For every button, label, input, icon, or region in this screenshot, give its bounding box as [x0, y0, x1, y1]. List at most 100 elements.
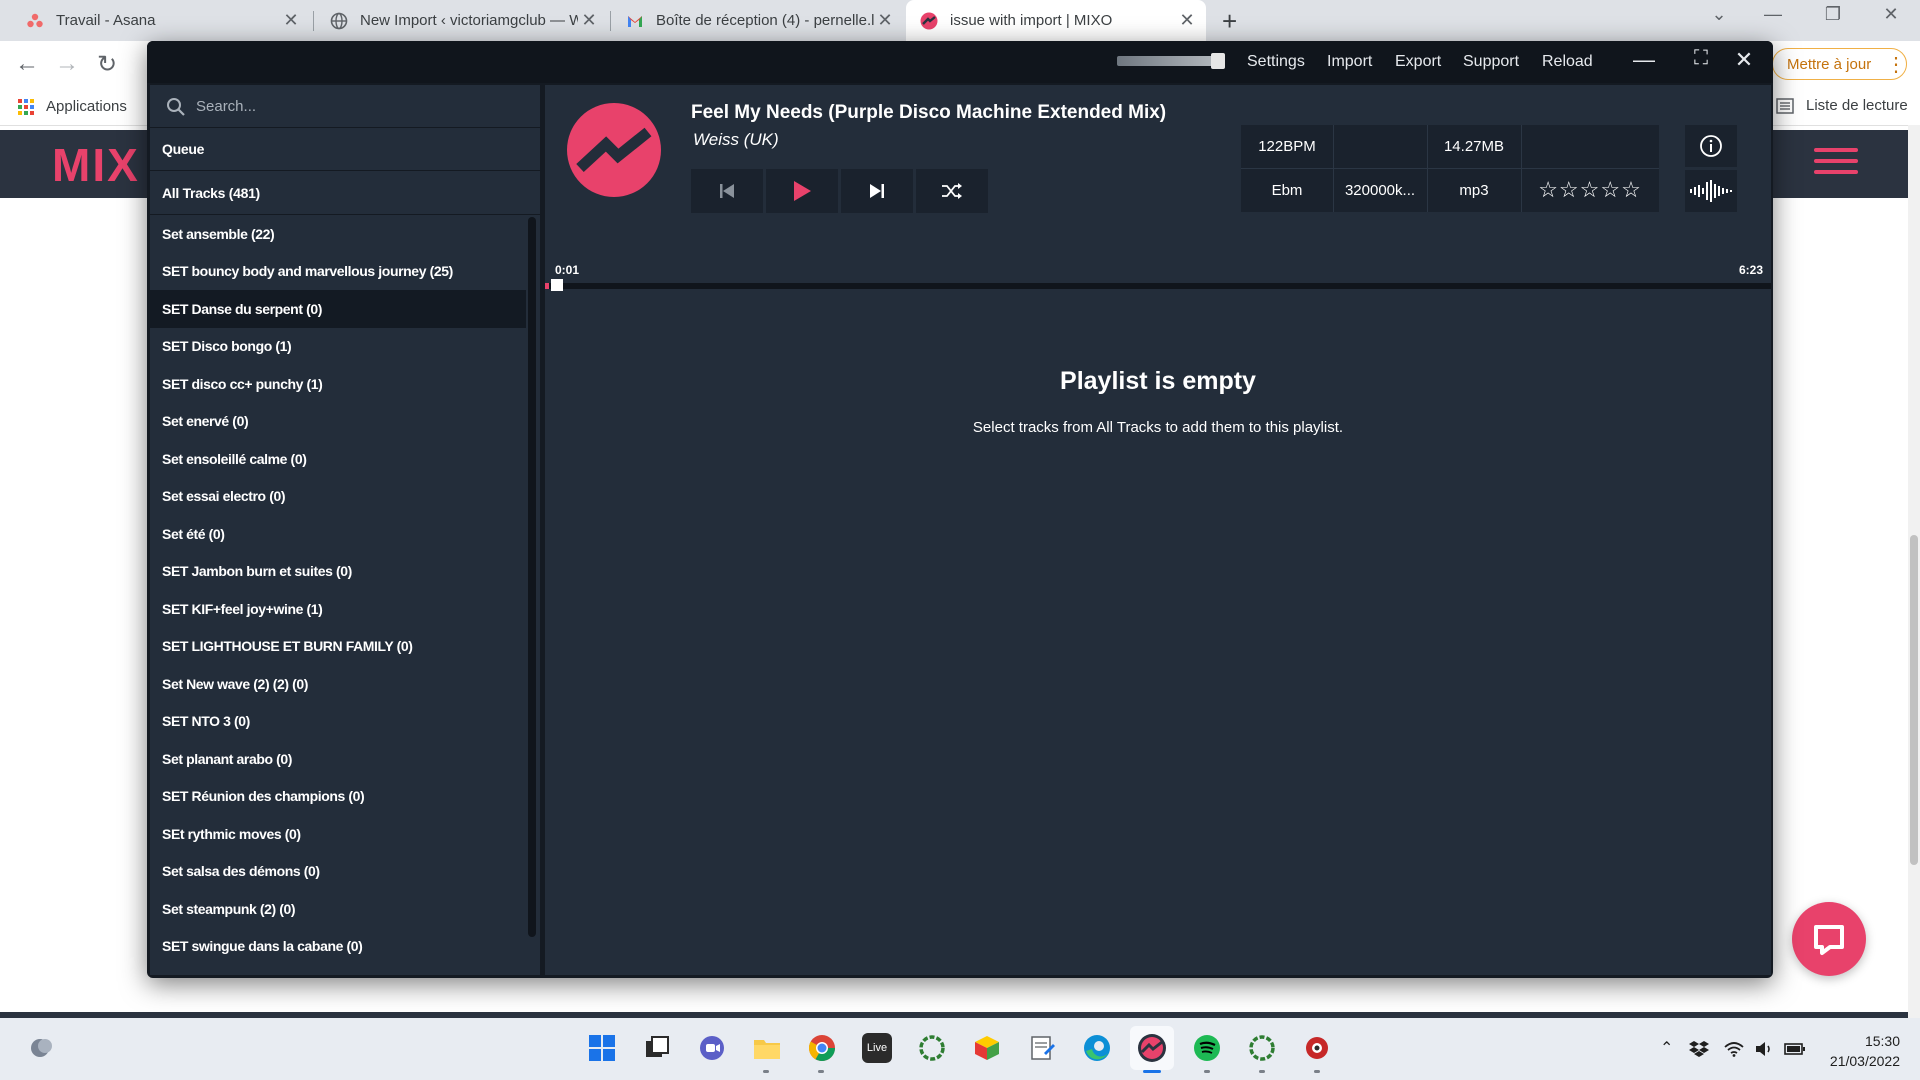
- sidebar-playlist-item[interactable]: SET Danse du serpent (0): [150, 290, 526, 328]
- play-icon: [794, 181, 811, 201]
- chrome-icon[interactable]: [807, 1033, 837, 1063]
- tab-asana[interactable]: Travail - Asana ✕: [12, 0, 310, 41]
- tab-gmail[interactable]: Boîte de réception (4) - pernelle.l ✕: [612, 0, 904, 41]
- menu-settings[interactable]: Settings: [1247, 53, 1305, 71]
- weather-icon[interactable]: [28, 1034, 56, 1062]
- app-minimize-icon[interactable]: —: [1629, 47, 1659, 73]
- sidebar-playlist-item[interactable]: Set été (0): [150, 515, 526, 553]
- window-close-icon[interactable]: ✕: [1866, 4, 1916, 25]
- play-button[interactable]: [766, 169, 838, 213]
- tab-mixo[interactable]: issue with import | MIXO ✕: [906, 0, 1206, 41]
- sidebar-playlist-item[interactable]: SET Réunion des champions (0): [150, 778, 526, 816]
- page-scrollbar[interactable]: [1908, 125, 1920, 1018]
- menu-export[interactable]: Export: [1395, 53, 1441, 71]
- sidebar-playlist-item[interactable]: Set salsa des démons (0): [150, 853, 526, 891]
- windows-start-icon[interactable]: [587, 1033, 617, 1063]
- teams-chat-icon[interactable]: [697, 1033, 727, 1063]
- next-icon: [870, 184, 884, 198]
- info-icon: [1700, 135, 1722, 157]
- sidebar-playlist-item[interactable]: SET LIGHTHOUSE ET BURN FAMILY (0): [150, 628, 526, 666]
- reading-list-button[interactable]: Liste de lecture: [1776, 97, 1908, 114]
- volume-slider[interactable]: [1117, 56, 1223, 66]
- site-logo[interactable]: MIX: [52, 138, 140, 192]
- progress-bar[interactable]: [545, 279, 1771, 291]
- sidebar-playlist-item[interactable]: Set steampunk (2) (0): [150, 890, 526, 928]
- rating-stars[interactable]: ☆☆☆☆☆: [1521, 169, 1659, 211]
- reload-icon[interactable]: ↻: [90, 50, 124, 79]
- more-options-icon[interactable]: ⋮: [1886, 52, 1906, 77]
- chevron-up-icon[interactable]: ⌃: [1660, 1038, 1673, 1058]
- clock-time: 15:30: [1864, 1033, 1900, 1049]
- sidebar-playlist-item[interactable]: Set New wave (2) (2) (0): [150, 665, 526, 703]
- next-button[interactable]: [841, 169, 913, 213]
- sidebar-playlist-item[interactable]: SET bouncy body and marvellous journey (…: [150, 253, 526, 291]
- volume-slider-knob[interactable]: [1211, 53, 1225, 69]
- system-clock[interactable]: 15:30 21/03/2022: [1826, 1031, 1900, 1071]
- forward-icon[interactable]: →: [50, 50, 84, 78]
- chat-button[interactable]: [1792, 902, 1866, 976]
- task-view-icon[interactable]: [642, 1033, 672, 1063]
- playlist-label: SEt rythmic moves (0): [162, 825, 301, 842]
- sidebar-playlist-item[interactable]: Set enervé (0): [150, 403, 526, 441]
- bug-app-icon[interactable]: [1302, 1033, 1332, 1063]
- track-bpm: 122BPM: [1258, 137, 1316, 155]
- volume-icon[interactable]: [1754, 1041, 1774, 1057]
- dropbox-icon[interactable]: [1689, 1040, 1709, 1058]
- tab-victoriamgclub[interactable]: New Import ‹ victoriamgclub — W ✕: [316, 0, 608, 41]
- fullscreen-icon[interactable]: ⛶: [1686, 47, 1716, 70]
- back-icon[interactable]: ←: [10, 50, 44, 78]
- close-icon[interactable]: ✕: [874, 10, 896, 31]
- loading-ring-icon-2[interactable]: [1247, 1033, 1277, 1063]
- scrollbar-thumb[interactable]: [1910, 535, 1918, 865]
- menu-import[interactable]: Import: [1327, 53, 1372, 71]
- track-info-button[interactable]: [1685, 125, 1737, 167]
- reading-list-label: Liste de lecture: [1806, 97, 1908, 114]
- new-tab-button[interactable]: +: [1222, 6, 1237, 37]
- playlist-label: Set ensoleillé calme (0): [162, 450, 307, 467]
- wifi-icon[interactable]: [1724, 1041, 1744, 1057]
- app-close-icon[interactable]: ✕: [1729, 47, 1759, 73]
- minimize-icon[interactable]: —: [1748, 4, 1798, 25]
- close-icon[interactable]: ✕: [578, 10, 600, 31]
- sidebar-playlist-item[interactable]: Set essai electro (0): [150, 478, 526, 516]
- sidebar-playlist-item[interactable]: Set planant arabo (0): [150, 740, 526, 778]
- notepad-icon[interactable]: [1027, 1033, 1057, 1063]
- previous-button[interactable]: [691, 169, 763, 213]
- sidebar-playlist-item[interactable]: SET swingue dans la cabane (0): [150, 928, 526, 966]
- tab-search-icon[interactable]: ⌄: [1694, 4, 1744, 25]
- mixo-taskbar-icon[interactable]: [1137, 1033, 1167, 1063]
- file-explorer-icon[interactable]: [752, 1033, 782, 1063]
- spotify-icon[interactable]: [1192, 1033, 1222, 1063]
- sidebar-playlist-item[interactable]: SET KIF+feel joy+wine (1): [150, 590, 526, 628]
- shuffle-button[interactable]: [916, 169, 988, 213]
- restore-icon[interactable]: ❐: [1808, 4, 1858, 25]
- sidebar-playlist-item[interactable]: SET NTO 3 (0): [150, 703, 526, 741]
- progress-knob[interactable]: [550, 279, 563, 291]
- sidebar-item-all-tracks[interactable]: All Tracks (481): [150, 172, 540, 215]
- app-titlebar: Settings Import Export Support Reload — …: [147, 41, 1773, 83]
- sidebar-playlist-item[interactable]: SET disco cc+ punchy (1): [150, 365, 526, 403]
- close-icon[interactable]: ✕: [280, 10, 302, 31]
- sidebar-item-queue[interactable]: Queue: [150, 128, 540, 171]
- loading-ring-icon[interactable]: [917, 1033, 947, 1063]
- progress-fill: [545, 283, 549, 289]
- cube-app-icon[interactable]: [972, 1033, 1002, 1063]
- close-icon[interactable]: ✕: [1176, 10, 1198, 31]
- sidebar-playlist-item[interactable]: SET Jambon burn et suites (0): [150, 553, 526, 591]
- bookmark-applications[interactable]: Applications: [18, 98, 127, 115]
- battery-icon[interactable]: [1784, 1041, 1806, 1057]
- sidebar-playlist-item[interactable]: SEt rythmic moves (0): [150, 815, 526, 853]
- sidebar-playlist-item[interactable]: Set ansemble (22): [150, 215, 526, 253]
- hamburger-menu-icon[interactable]: [1814, 148, 1858, 181]
- edge-icon[interactable]: [1082, 1033, 1112, 1063]
- sidebar-playlist-item[interactable]: SET Disco bongo (1): [150, 328, 526, 366]
- waveform-button[interactable]: [1685, 170, 1737, 212]
- sidebar-scrollbar[interactable]: [528, 217, 536, 937]
- menu-reload[interactable]: Reload: [1542, 53, 1593, 71]
- tab-title: issue with import | MIXO: [950, 12, 1113, 29]
- menu-support[interactable]: Support: [1463, 53, 1519, 71]
- ableton-live-icon[interactable]: Live: [862, 1033, 892, 1063]
- live-label: Live: [866, 1042, 888, 1054]
- sidebar-playlist-item[interactable]: Set ensoleillé calme (0): [150, 440, 526, 478]
- search-input[interactable]: [194, 96, 518, 116]
